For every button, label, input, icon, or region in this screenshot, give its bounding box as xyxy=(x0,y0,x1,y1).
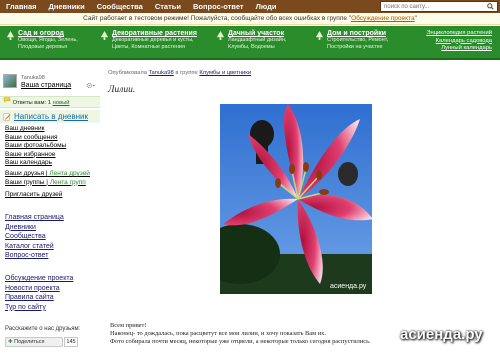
post-author-link[interactable]: Tanuka98 xyxy=(149,70,174,76)
invite-friends-link[interactable]: Пригласить друзей xyxy=(5,191,62,200)
your-page-link[interactable]: Ваша страница xyxy=(21,82,71,89)
friends-groups-links: Ваши друзья | Лента друзей Ваши группы |… xyxy=(5,170,90,186)
nav-people[interactable]: Люди xyxy=(250,2,283,11)
site-watermark: асиенда.ру xyxy=(400,326,483,343)
lily-photo[interactable] xyxy=(220,104,372,294)
link-article-catalog[interactable]: Каталог статей xyxy=(5,242,64,252)
link-your-messages[interactable]: Ваши сообщения xyxy=(5,134,66,143)
username[interactable]: Tanuka98 xyxy=(21,75,45,81)
photo-watermark: асиенда.ру xyxy=(330,283,367,290)
link-your-calendar[interactable]: Ваш календарь xyxy=(5,159,66,168)
link-groups-feed[interactable]: Лента групп xyxy=(50,179,86,186)
link-project-discussion[interactable]: Обсуждение проекта xyxy=(5,274,73,284)
share-label: Расскажите о нас друзьям: xyxy=(5,326,81,332)
share-count: 145 xyxy=(64,337,78,347)
invite-block: Пригласить друзей xyxy=(5,191,62,200)
write-diary-link[interactable]: Написать в дневник xyxy=(14,112,88,121)
link-diaries[interactable]: Дневники xyxy=(5,223,64,233)
beta-notice: Сайт работает в тестовом режиме! Пожалуй… xyxy=(0,13,500,25)
notice-discussion-link[interactable]: Обсуждение проекта xyxy=(351,15,414,22)
link-your-diary[interactable]: Ваш дневник xyxy=(5,125,66,134)
category-house[interactable]: Дом и постройки Строительство, Ремонт, П… xyxy=(315,30,388,51)
tree-icon xyxy=(6,31,15,40)
share-icon: ✚ xyxy=(8,339,13,345)
link-friends-feed[interactable]: Лента друзей xyxy=(49,170,90,177)
answers-count: 1 xyxy=(47,100,51,107)
nav-articles[interactable]: Статьи xyxy=(149,2,187,11)
link-home-page[interactable]: Главная страница xyxy=(5,213,64,223)
pencil-icon xyxy=(3,113,11,120)
encyclopedia-link[interactable]: Энциклопедия растений xyxy=(426,30,492,38)
post-title: Лилии. xyxy=(108,85,136,95)
share-button[interactable]: ✚ Поделиться xyxy=(5,337,63,347)
answers-bar: Ответы вам: 1 новый xyxy=(0,96,100,108)
nav-qa[interactable]: Вопрос-ответ xyxy=(187,2,250,11)
search-input[interactable] xyxy=(381,2,485,11)
category-decorative[interactable]: Декоративные растения Декоративные дерев… xyxy=(100,30,197,51)
link-qa[interactable]: Вопрос-ответ xyxy=(5,251,64,261)
chat-icon xyxy=(3,97,11,108)
category-band: Сад и огород Овощи, Ягоды, Зелень, Плодо… xyxy=(0,26,500,60)
avatar[interactable] xyxy=(3,74,17,88)
category-garden[interactable]: Сад и огород Овощи, Ягоды, Зелень, Плодо… xyxy=(6,30,78,51)
link-your-favorites[interactable]: Ваше избранное xyxy=(5,151,66,160)
search-box xyxy=(380,1,498,12)
post-group-link[interactable]: Клумбы и цветники xyxy=(199,70,251,76)
post-body: Всем привет! Наконец- то дождалась, пока… xyxy=(110,322,371,346)
nav-communities[interactable]: Сообщества xyxy=(91,2,149,11)
link-your-friends[interactable]: Ваши друзья xyxy=(5,170,44,177)
link-site-rules[interactable]: Правила сайта xyxy=(5,293,73,303)
link-your-albums[interactable]: Ваши фотоальбомы xyxy=(5,142,66,151)
link-communities[interactable]: Сообщества xyxy=(5,232,64,242)
diary-links: Ваш дневник Ваши сообщения Ваши фотоальб… xyxy=(5,125,66,168)
link-your-groups[interactable]: Ваши группы xyxy=(5,179,44,186)
main-links: Главная страница Дневники Сообщества Кат… xyxy=(5,213,64,261)
search-icon[interactable] xyxy=(485,2,495,11)
category-dacha[interactable]: Дачный участок Ландшафтный дизайн, Клумб… xyxy=(216,30,286,51)
gear-icon[interactable] xyxy=(86,82,95,91)
tree-icon xyxy=(100,31,109,40)
tree-icon xyxy=(216,31,225,40)
nav-diaries[interactable]: Дневники xyxy=(43,2,91,11)
new-answers-link[interactable]: новый xyxy=(53,100,70,106)
link-site-tour[interactable]: Тур по сайту xyxy=(5,303,73,313)
tree-icon xyxy=(315,31,324,40)
top-navigation: Главная Дневники Сообщества Статьи Вопро… xyxy=(0,0,500,13)
post-meta: Опубликовала Tanuka98 в группе Клумбы и … xyxy=(108,70,252,76)
link-project-news[interactable]: Новости проекта xyxy=(5,284,73,294)
category-right-links: Энциклопедия растений Календарь садовода… xyxy=(426,30,492,53)
project-links: Обсуждение проекта Новости проекта Прави… xyxy=(5,274,73,312)
nav-home[interactable]: Главная xyxy=(0,2,43,11)
write-diary-box[interactable]: Написать в дневник xyxy=(0,110,100,123)
lunar-calendar-link[interactable]: Лунный календарь xyxy=(426,45,492,53)
